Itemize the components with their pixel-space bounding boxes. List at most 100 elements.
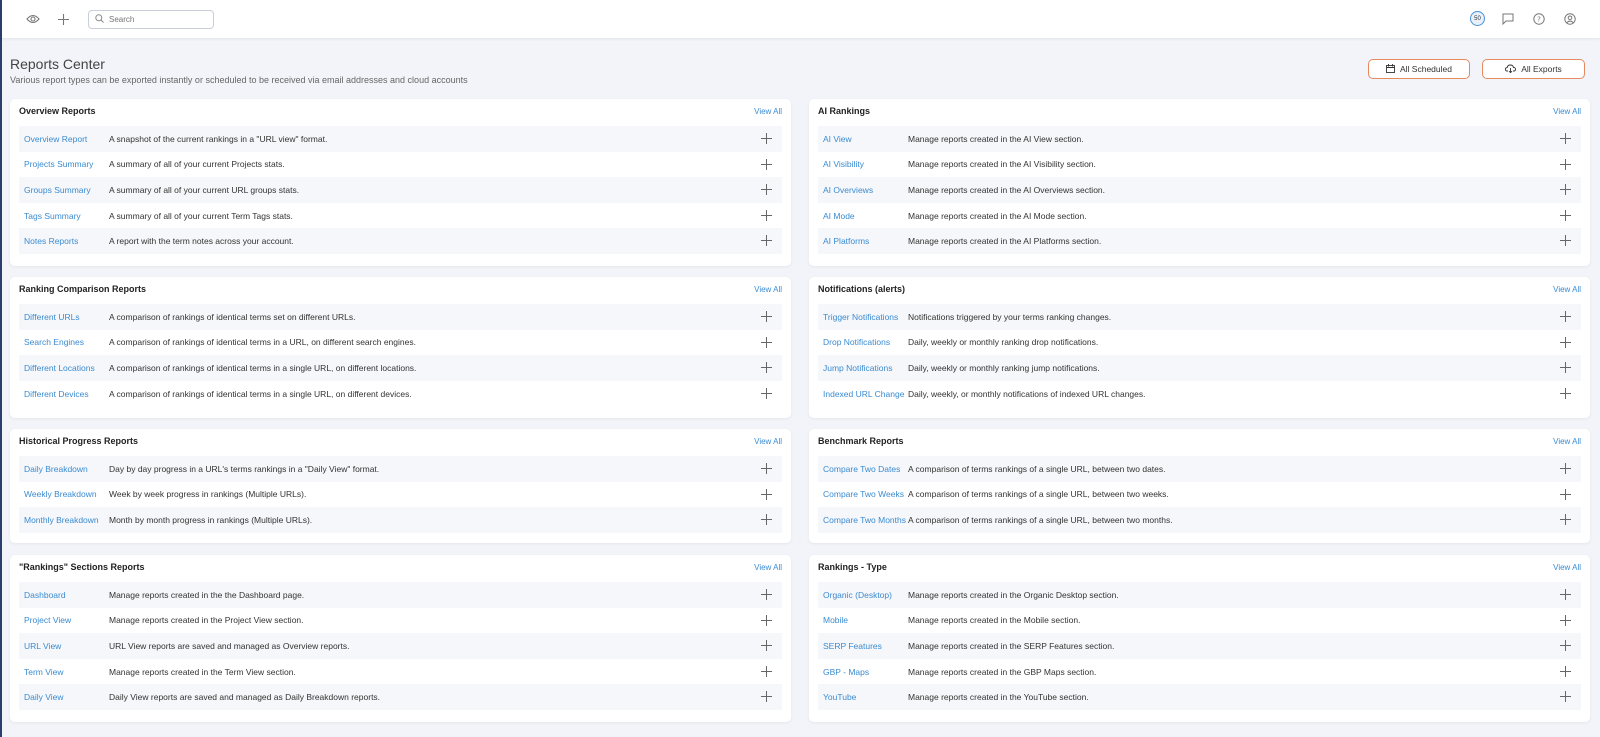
section-title: Benchmark Reports: [818, 436, 904, 446]
report-link[interactable]: Trigger Notifications: [818, 312, 908, 322]
report-link[interactable]: Organic (Desktop): [818, 590, 908, 600]
add-report-icon[interactable]: [761, 133, 772, 144]
report-link[interactable]: Weekly Breakdown: [19, 489, 109, 499]
add-report-icon[interactable]: [1560, 665, 1571, 677]
view-all-link[interactable]: View All: [1553, 285, 1581, 294]
add-report-icon[interactable]: [1560, 311, 1571, 322]
add-report-icon[interactable]: [761, 336, 772, 348]
add-report-icon[interactable]: [761, 665, 772, 677]
report-link[interactable]: Compare Two Weeks: [818, 489, 908, 499]
credits-badge[interactable]: 50: [1470, 11, 1485, 26]
report-link[interactable]: Projects Summary: [19, 159, 109, 169]
add-report-icon[interactable]: [1560, 184, 1571, 196]
report-link[interactable]: AI Mode: [818, 211, 908, 221]
report-link[interactable]: URL View: [19, 641, 109, 651]
report-link[interactable]: AI Overviews: [818, 185, 908, 195]
page-subtitle: Various report types can be exported ins…: [10, 75, 468, 85]
report-link[interactable]: Overview Report: [19, 134, 109, 144]
all-exports-button[interactable]: All Exports: [1482, 59, 1585, 79]
chat-icon[interactable]: [1499, 10, 1517, 28]
report-row: Search Engines A comparison of rankings o…: [19, 330, 782, 356]
report-link[interactable]: Search Engines: [19, 337, 109, 347]
report-link[interactable]: Mobile: [818, 615, 908, 625]
view-all-link[interactable]: View All: [754, 107, 782, 116]
add-report-icon[interactable]: [761, 311, 772, 322]
report-link[interactable]: Dashboard: [19, 590, 109, 600]
report-link[interactable]: YouTube: [818, 692, 908, 702]
add-report-icon[interactable]: [761, 184, 772, 196]
report-link[interactable]: Notes Reports: [19, 236, 109, 246]
add-report-icon[interactable]: [1560, 514, 1571, 526]
report-link[interactable]: Daily View: [19, 692, 109, 702]
add-report-icon[interactable]: [761, 614, 772, 626]
add-report-icon[interactable]: [761, 235, 772, 247]
search-input[interactable]: [109, 15, 209, 24]
add-report-icon[interactable]: [761, 463, 772, 474]
report-list: AI View Manage reports created in the AI …: [818, 126, 1581, 254]
report-link[interactable]: SERP Features: [818, 641, 908, 651]
report-link[interactable]: Project View: [19, 615, 109, 625]
add-report-icon[interactable]: [1560, 488, 1571, 500]
search-icon: [95, 14, 104, 25]
report-list: Trigger Notifications Notifications trigg…: [818, 304, 1581, 406]
report-description: A summary of all of your current URL gro…: [109, 184, 300, 195]
add-report-icon[interactable]: [761, 589, 772, 600]
report-link[interactable]: Monthly Breakdown: [19, 515, 109, 525]
report-row: Daily Breakdown Day by day progress in a …: [19, 456, 782, 482]
add-report-icon[interactable]: [1560, 387, 1571, 399]
report-description: Month by month progress in rankings (Mul…: [109, 514, 313, 525]
report-link[interactable]: AI Platforms: [818, 236, 908, 246]
report-link[interactable]: Different Locations: [19, 363, 109, 373]
report-row: AI Visibility Manage reports created in t…: [818, 152, 1581, 178]
search-box[interactable]: [88, 10, 214, 29]
add-report-icon[interactable]: [761, 387, 772, 399]
report-link[interactable]: Term View: [19, 667, 109, 677]
report-link[interactable]: Indexed URL Change: [818, 389, 908, 399]
report-list: Overview Report A snapshot of the current…: [19, 126, 782, 254]
add-report-icon[interactable]: [1560, 336, 1571, 348]
add-report-icon[interactable]: [761, 691, 772, 703]
report-link[interactable]: AI Visibility: [818, 159, 908, 169]
all-scheduled-button[interactable]: All Scheduled: [1368, 59, 1470, 79]
report-link[interactable]: Compare Two Months: [818, 515, 908, 525]
add-report-icon[interactable]: [761, 362, 772, 374]
report-link[interactable]: Jump Notifications: [818, 363, 908, 373]
add-report-icon[interactable]: [1560, 691, 1571, 703]
eye-icon[interactable]: [24, 10, 42, 28]
help-icon[interactable]: ?: [1530, 10, 1548, 28]
add-report-icon[interactable]: [761, 640, 772, 652]
add-report-icon[interactable]: [1560, 463, 1571, 474]
add-report-icon[interactable]: [761, 209, 772, 221]
report-link[interactable]: Compare Two Dates: [818, 464, 908, 474]
view-all-link[interactable]: View All: [1553, 437, 1581, 446]
add-report-icon[interactable]: [1560, 158, 1571, 170]
view-all-link[interactable]: View All: [754, 285, 782, 294]
report-row: Projects Summary A summary of all of your…: [19, 152, 782, 178]
view-all-link[interactable]: View All: [1553, 563, 1581, 572]
add-report-icon[interactable]: [761, 514, 772, 526]
report-link[interactable]: Tags Summary: [19, 211, 109, 221]
add-report-icon[interactable]: [1560, 614, 1571, 626]
report-link[interactable]: Groups Summary: [19, 185, 109, 195]
report-link[interactable]: Different URLs: [19, 312, 109, 322]
report-list: Daily Breakdown Day by day progress in a …: [19, 456, 782, 533]
view-all-link[interactable]: View All: [754, 437, 782, 446]
report-link[interactable]: Daily Breakdown: [19, 464, 109, 474]
user-icon[interactable]: [1561, 10, 1579, 28]
report-link[interactable]: Different Devices: [19, 389, 109, 399]
report-link[interactable]: AI View: [818, 134, 908, 144]
add-report-icon[interactable]: [1560, 362, 1571, 374]
add-report-icon[interactable]: [1560, 209, 1571, 221]
add-report-icon[interactable]: [761, 488, 772, 500]
view-all-link[interactable]: View All: [754, 563, 782, 572]
add-report-icon[interactable]: [1560, 589, 1571, 600]
report-link[interactable]: GBP - Maps: [818, 667, 908, 677]
add-report-icon[interactable]: [1560, 235, 1571, 247]
report-link[interactable]: Drop Notifications: [818, 337, 908, 347]
plus-icon[interactable]: [54, 10, 72, 28]
add-report-icon[interactable]: [1560, 133, 1571, 144]
report-row: Compare Two Weeks A comparison of terms r…: [818, 482, 1581, 508]
add-report-icon[interactable]: [1560, 640, 1571, 652]
view-all-link[interactable]: View All: [1553, 107, 1581, 116]
add-report-icon[interactable]: [761, 158, 772, 170]
